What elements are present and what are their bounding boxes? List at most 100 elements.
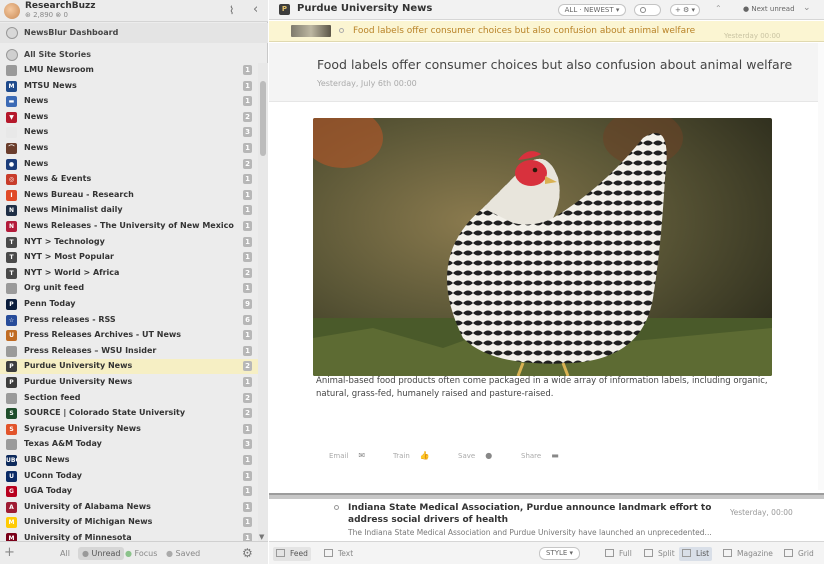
story-scrollbar[interactable] [818,43,824,490]
unread-indicator-icon[interactable] [334,505,339,510]
save-button[interactable]: Save ● [458,451,492,460]
full-layout-icon [605,549,614,557]
feed-row[interactable]: ▬ News 1 [0,94,258,109]
feed-row[interactable]: I News Bureau - Research 1 [0,188,258,203]
user-avatar[interactable] [4,3,20,19]
filter-focus-label: Focus [134,549,158,558]
feed-row[interactable]: P Purdue University News 2 [0,359,258,375]
feed-row[interactable]: S Syracuse University News 1 [0,422,258,437]
feed-row[interactable]: ▼ News 2 [0,110,258,125]
feed-row[interactable]: Section feed 2 [0,391,258,406]
all-site-stories-label: All Site Stories [24,50,91,59]
add-feed-icon[interactable]: + [4,545,15,560]
feed-name: Org unit feed [24,283,85,293]
settings-gear-icon[interactable]: ⚙ [242,546,253,560]
more-menu-chevron-icon[interactable]: ⌄ [803,3,811,13]
feed-options-button[interactable]: + ⚙ ▾ [670,4,700,16]
list-layout-button[interactable]: List [679,547,713,561]
feed-row[interactable]: UBC UBC News 1 [0,453,258,468]
unread-count-badge: 2 [243,408,252,419]
email-button[interactable]: Email ✉ [329,451,365,460]
feed-row[interactable]: U Press Releases Archives - UT News 1 [0,328,258,343]
next-story-snippet: The Indiana State Medical Association an… [348,528,712,537]
feed-row[interactable]: T NYT > Most Popular 1 [0,250,258,265]
feed-row[interactable]: ◎ News & Events 1 [0,172,258,187]
feed-row[interactable]: M University of Minnesota 1 [0,531,258,541]
feed-view-button[interactable]: Feed [273,547,311,561]
grid-layout-label: Grid [798,549,814,558]
sidebar-scroll-thumb[interactable] [260,81,266,156]
unread-count-badge: 1 [243,80,252,91]
activity-icon[interactable]: ⌇ [229,4,234,17]
feed-row[interactable]: Press Releases – WSU Insider 1 [0,344,258,359]
saved-dot-icon: ● [166,549,176,558]
story-strip-title: Food labels offer consumer choices but a… [353,26,696,36]
split-layout-button[interactable]: Split [641,547,678,561]
sidebar-scrollbar[interactable]: ▼ [258,63,268,541]
search-input[interactable] [634,4,661,16]
feed-row[interactable]: M University of Michigan News 1 [0,515,258,530]
order-select[interactable]: ALL · NEWEST ▾ [558,4,626,16]
feed-row[interactable]: News 3 [0,125,258,140]
focus-dot-icon: ● [125,549,135,558]
feed-name: News [24,111,49,121]
feed-row[interactable]: S SOURCE | Colorado State University 2 [0,406,258,421]
unread-count-badge: 1 [243,174,252,185]
story-actions: Email ✉ Train 👍 Save ● Share ▬ [269,449,824,465]
feed-row[interactable]: ● News 2 [0,157,258,172]
unread-count-badge: 2 [243,158,252,169]
feed-row[interactable]: ⌒ News 1 [0,141,258,156]
feed-row[interactable]: N News Minimalist daily 1 [0,203,258,218]
feed-name: LMU Newsroom [24,65,94,74]
feed-name: University of Michigan News [24,517,153,527]
scroll-down-arrow-icon[interactable]: ▼ [259,533,264,541]
filter-all[interactable]: All [56,547,74,560]
filter-unread[interactable]: ● Unread [78,547,125,560]
feed-name: News [24,143,49,152]
grid-layout-button[interactable]: Grid [781,547,817,561]
dashboard-icon [6,27,18,39]
feed-row[interactable]: U UConn Today 1 [0,469,258,484]
feed-row[interactable]: A University of Alabama News 1 [0,500,258,515]
next-unread-label: Next unread [751,5,795,13]
collapse-sidebar-icon[interactable]: ‹ [253,2,258,17]
feed-row[interactable]: M MTSU News 1 [0,79,258,94]
feed-row[interactable]: Texas A&M Today 3 [0,437,258,452]
feed-favicon-icon: ▬ [6,96,17,108]
feed-name: UConn Today [24,470,83,480]
feed-favicon-icon [6,439,17,451]
feed-row[interactable]: N News Releases - The University of New M… [0,219,258,234]
train-button[interactable]: Train 👍 [393,451,430,460]
filter-focus[interactable]: ● Focus [121,547,161,560]
story-title-row-selected[interactable]: Food labels offer consumer choices but a… [269,21,824,42]
unread-count-badge: 2 [243,111,252,122]
unread-count-badge: 1 [243,96,252,107]
feed-row[interactable]: P Penn Today 9 [0,297,258,312]
magazine-layout-button[interactable]: Magazine [720,547,776,561]
filter-saved[interactable]: ● Saved [162,547,204,560]
full-layout-button[interactable]: Full [602,547,635,561]
all-site-stories-link[interactable]: All Site Stories [0,46,268,64]
next-story-row[interactable]: Indiana State Medical Association, Purdu… [269,499,824,541]
unread-indicator-icon[interactable] [339,28,344,33]
feed-row[interactable]: LMU Newsroom 1 [0,63,258,78]
feed-row[interactable]: ☆ Press releases - RSS 6 [0,313,258,328]
share-button[interactable]: Share ▬ [521,451,559,460]
next-unread-button[interactable]: ● Next unread [743,5,795,13]
sidebar: ResearchBuzz ⊛ 2,890 ⊗ 0 ⌇ ‹ NewsBlur Da… [0,0,268,564]
feed-row[interactable]: T NYT > Technology 1 [0,235,258,250]
feed-title[interactable]: Purdue University News [297,3,432,14]
feed-row[interactable]: Org unit feed 1 [0,281,258,296]
chicken-photo [313,118,772,376]
story-title[interactable]: Food labels offer consumer choices but a… [317,57,792,72]
feed-row[interactable]: G UGA Today 1 [0,484,258,499]
feed-row[interactable]: T NYT > World > Africa 2 [0,266,258,281]
username[interactable]: ResearchBuzz [25,1,96,11]
feed-row[interactable]: P Purdue University News 1 [0,375,258,390]
dashboard-link[interactable]: NewsBlur Dashboard [0,23,268,43]
magazine-layout-icon [723,549,732,557]
style-button[interactable]: STYLE ▾ [539,547,580,560]
mark-read-chevron-icon[interactable]: ⌃ [715,4,722,13]
text-view-button[interactable]: Text [321,547,356,561]
unread-count-badge: 1 [243,65,252,75]
